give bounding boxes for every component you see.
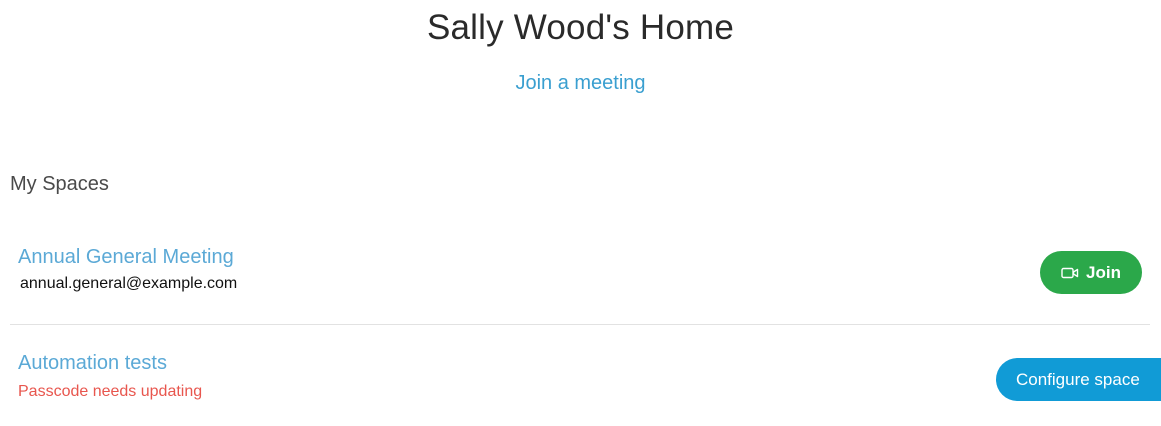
home-page: Sally Wood's Home Join a meeting My Spac… xyxy=(0,0,1161,426)
configure-space-button[interactable]: Configure space xyxy=(996,358,1161,401)
space-address: annual.general@example.com xyxy=(20,275,238,292)
my-spaces-heading: My Spaces xyxy=(10,173,109,195)
video-camera-icon xyxy=(1061,267,1079,278)
space-row-automation-tests: Automation tests Passcode needs updating… xyxy=(10,346,1161,416)
join-button-label: Join xyxy=(1086,262,1121,282)
passcode-warning: Passcode needs updating xyxy=(18,383,203,400)
space-name-link[interactable]: Automation tests xyxy=(18,352,167,375)
page-title: Sally Wood's Home xyxy=(426,8,735,47)
join-meeting-link[interactable]: Join a meeting xyxy=(0,72,1161,95)
join-button[interactable]: Join xyxy=(1040,251,1142,294)
space-row-annual-general-meeting: Annual General Meeting annual.general@ex… xyxy=(10,240,1150,325)
space-name-link[interactable]: Annual General Meeting xyxy=(18,246,234,269)
